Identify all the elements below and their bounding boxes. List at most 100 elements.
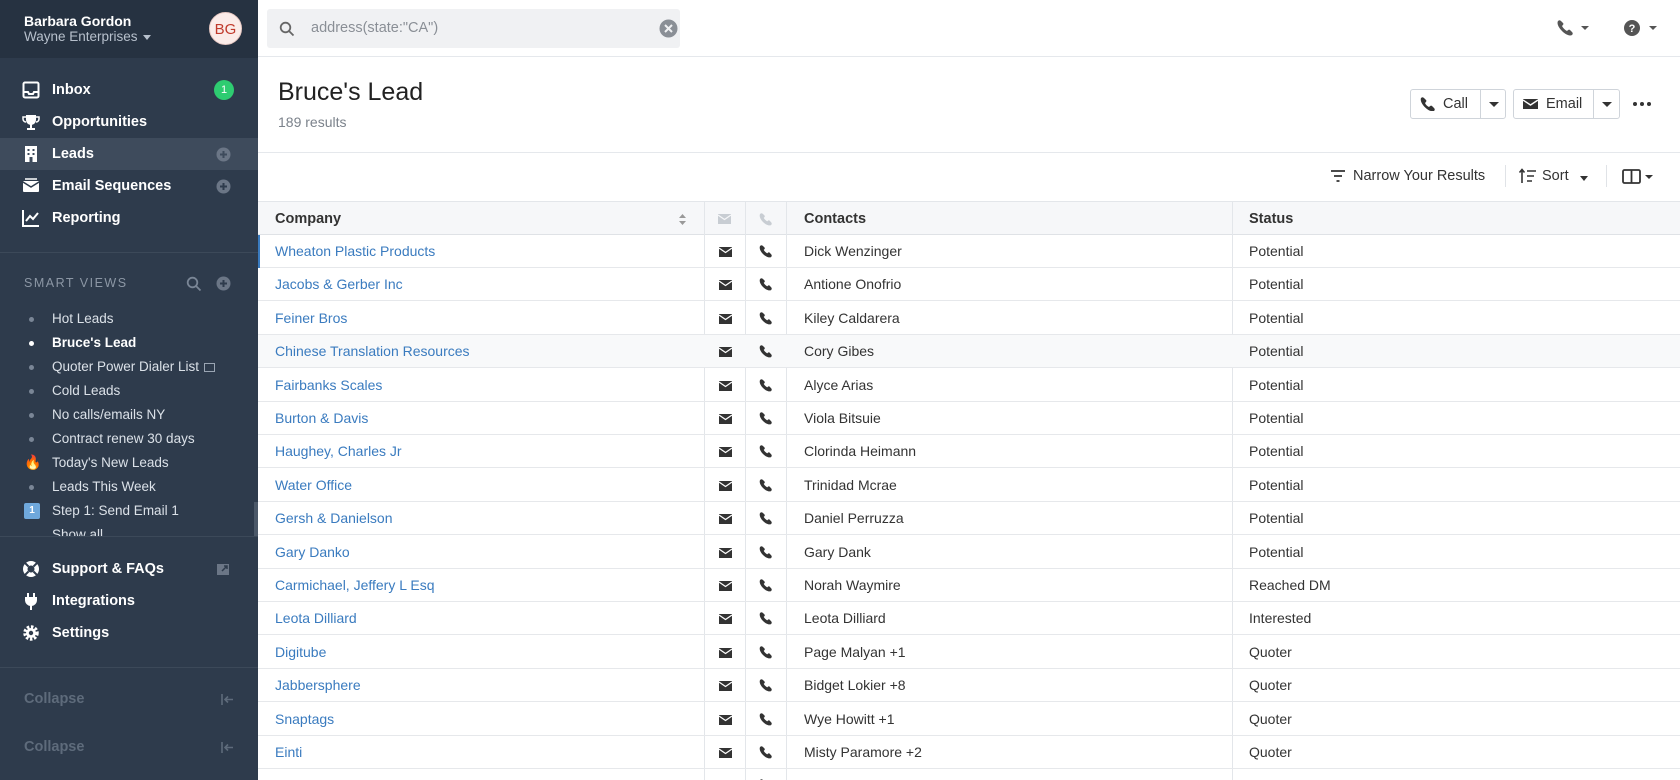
clear-search-icon[interactable] xyxy=(659,19,678,38)
table-row[interactable]: Gersh & Danielson Daniel Perruzza Potentia… xyxy=(258,502,1680,536)
table-row[interactable]: Carmichael, Jeffery L Esq Norah Waymire Re… xyxy=(258,569,1680,602)
table-row[interactable]: Haughey, Charles Jr Clorinda Heimann Poten… xyxy=(258,435,1680,469)
company-link[interactable]: Feiner Bros xyxy=(275,310,347,326)
email-options-dropdown[interactable] xyxy=(1594,90,1620,118)
columns-layout-icon[interactable] xyxy=(1622,168,1654,186)
call-phone-icon[interactable] xyxy=(759,579,772,592)
call-options-dropdown[interactable] xyxy=(1481,90,1507,118)
send-email-icon[interactable] xyxy=(719,547,732,558)
table-row[interactable]: Gary Danko Gary Dank Potential xyxy=(258,536,1680,569)
call-phone-icon[interactable] xyxy=(759,512,772,525)
table-row[interactable]: Jabbersphere Bidget Lokier +8 Quoter xyxy=(258,669,1680,703)
table-row[interactable]: Water Office Trinidad Mcrae Potential xyxy=(258,469,1680,502)
table-row[interactable]: Einti Misty Paramore +2 Quoter xyxy=(258,736,1680,769)
send-email-icon[interactable] xyxy=(719,247,732,257)
organization-dropdown[interactable]: Wayne Enterprises xyxy=(24,29,151,44)
email-button[interactable]: Email xyxy=(1514,90,1594,118)
company-link[interactable]: Snaptags xyxy=(275,711,334,727)
send-email-icon[interactable] xyxy=(719,647,732,658)
table-row[interactable]: Lin TrPeralie Sarras +1Quoter xyxy=(258,769,1680,780)
smart-view-item[interactable]: 🔥 Today's New Leads xyxy=(0,452,258,474)
table-row[interactable]: Digitube Page Malyan +1 Quoter xyxy=(258,636,1680,669)
table-row[interactable]: Fairbanks Scales Alyce Arias Potential xyxy=(258,369,1680,402)
company-link[interactable]: Jacobs & Gerber Inc xyxy=(275,276,403,292)
add-smart-view-icon[interactable] xyxy=(216,276,231,291)
call-phone-icon[interactable] xyxy=(759,412,772,425)
call-phone-icon[interactable] xyxy=(759,679,772,692)
company-link[interactable]: Fairbanks Scales xyxy=(275,377,382,393)
table-row[interactable]: Jacobs & Gerber Inc Antione Onofrio Potent… xyxy=(258,268,1680,302)
company-link[interactable]: Burton & Davis xyxy=(275,410,368,426)
sidebar-item-leads[interactable]: Leads xyxy=(0,138,258,170)
send-email-icon[interactable] xyxy=(719,313,732,324)
search-input[interactable]: address(state:"CA") xyxy=(267,9,680,48)
call-phone-icon[interactable] xyxy=(759,746,772,759)
collapse-icon[interactable] xyxy=(220,692,235,707)
call-phone-icon[interactable] xyxy=(759,312,772,325)
table-row[interactable]: Burton & Davis Viola Bitsuie Potential xyxy=(258,402,1680,435)
send-email-icon[interactable] xyxy=(719,480,732,491)
send-email-icon[interactable] xyxy=(719,347,732,358)
company-link[interactable]: Water Office xyxy=(275,477,352,493)
send-email-icon[interactable] xyxy=(719,514,732,525)
send-email-icon[interactable] xyxy=(719,380,732,391)
call-phone-icon[interactable] xyxy=(759,245,772,258)
show-all-link[interactable]: Show all xyxy=(0,524,258,536)
company-link[interactable]: Einti xyxy=(275,744,302,760)
smart-view-item[interactable]: Leads This Week xyxy=(0,476,258,498)
smart-view-item[interactable]: Hot Leads xyxy=(0,308,258,330)
send-email-icon[interactable] xyxy=(719,447,732,458)
add-lead-icon[interactable] xyxy=(216,147,231,162)
company-link[interactable]: Chinese Translation Resources xyxy=(275,343,470,359)
smart-view-item[interactable]: Contract renew 30 days xyxy=(0,428,258,450)
sidebar-item-support[interactable]: Support & FAQs xyxy=(0,553,258,585)
help-dropdown[interactable]: ? xyxy=(1623,18,1661,38)
send-email-icon[interactable] xyxy=(719,714,732,725)
send-email-icon[interactable] xyxy=(719,280,732,291)
company-link[interactable]: Digitube xyxy=(275,644,326,660)
add-sequence-icon[interactable] xyxy=(216,179,231,194)
smart-view-item[interactable]: Bruce's Lead xyxy=(0,332,258,354)
company-link[interactable]: Gary Danko xyxy=(275,544,350,560)
table-row[interactable]: Chinese Translation Resources Cory Gibes P… xyxy=(258,335,1680,369)
table-row[interactable]: Leota Dilliard Leota Dilliard Interested xyxy=(258,602,1680,636)
call-phone-icon[interactable] xyxy=(759,278,772,291)
company-link[interactable]: Carmichael, Jeffery L Esq xyxy=(275,577,435,593)
call-phone-icon[interactable] xyxy=(759,345,772,358)
table-row[interactable]: Feiner Bros Kiley Caldarera Potential xyxy=(258,302,1680,335)
account-switcher[interactable]: Barbara Gordon Wayne Enterprises BG xyxy=(0,0,258,58)
company-link[interactable]: Leota Dilliard xyxy=(275,610,357,626)
search-icon[interactable] xyxy=(186,276,202,292)
column-header-contacts[interactable]: Contacts xyxy=(804,211,866,227)
call-phone-icon[interactable] xyxy=(759,712,772,726)
column-header-company[interactable]: Company xyxy=(275,211,341,227)
smart-view-item[interactable]: Cold Leads xyxy=(0,380,258,402)
sidebar-item-integrations[interactable]: Integrations xyxy=(0,585,258,617)
call-button[interactable]: Call xyxy=(1411,90,1481,118)
send-email-icon[interactable] xyxy=(719,581,732,591)
collapse-button[interactable]: Collapse xyxy=(24,739,84,755)
send-email-icon[interactable] xyxy=(719,614,732,625)
sort-button[interactable]: Sort xyxy=(1519,167,1589,187)
sidebar-item-settings[interactable]: Settings xyxy=(0,617,258,649)
send-email-icon[interactable] xyxy=(719,748,732,758)
smart-view-item[interactable]: 1 Step 1: Send Email 1 xyxy=(0,500,258,522)
avatar[interactable]: BG xyxy=(209,12,242,45)
call-phone-icon[interactable] xyxy=(759,646,772,659)
company-link[interactable]: Wheaton Plastic Products xyxy=(275,243,435,259)
send-email-icon[interactable] xyxy=(719,414,732,424)
send-email-icon[interactable] xyxy=(719,681,732,692)
column-header-status[interactable]: Status xyxy=(1249,211,1293,227)
collapse-icon[interactable] xyxy=(220,740,235,755)
company-link[interactable]: Gersh & Danielson xyxy=(275,510,393,526)
call-phone-icon[interactable] xyxy=(759,612,772,625)
sidebar-item-email-sequences[interactable]: Email Sequences xyxy=(0,170,258,202)
company-link[interactable]: Haughey, Charles Jr xyxy=(275,443,402,459)
smart-view-item[interactable]: Quoter Power Dialer List xyxy=(0,356,258,378)
sidebar-item-opportunities[interactable]: Opportunities xyxy=(0,106,258,138)
company-link[interactable]: Jabbersphere xyxy=(275,677,361,693)
sort-arrows-icon[interactable] xyxy=(678,213,687,226)
call-phone-icon[interactable] xyxy=(759,445,772,458)
call-phone-icon[interactable] xyxy=(759,479,772,492)
sidebar-item-reporting[interactable]: Reporting xyxy=(0,202,258,234)
